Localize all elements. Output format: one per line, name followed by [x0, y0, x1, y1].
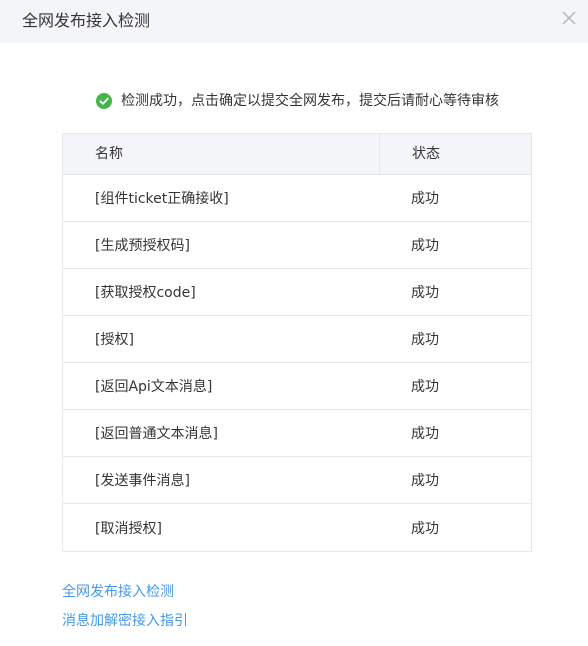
dialog-title: 全网发布接入检测	[22, 11, 151, 30]
table-row: [获取授权code] 成功	[63, 269, 531, 316]
dialog-header: 全网发布接入检测	[0, 0, 588, 43]
row-status: 成功	[411, 238, 439, 254]
check-result-table: 名称 状态 [组件ticket正确接收] 成功 [生成预授权码] 成功 [获取授…	[62, 133, 532, 552]
column-header-status: 状态	[412, 146, 440, 162]
row-status: 成功	[411, 473, 439, 489]
help-links: 全网发布接入检测 消息加解密接入指引	[62, 582, 188, 640]
row-name: [组件ticket正确接收]	[95, 191, 229, 207]
table-row: [生成预授权码] 成功	[63, 222, 531, 269]
row-name: [授权]	[95, 332, 134, 348]
table-row: [组件ticket正确接收] 成功	[63, 175, 531, 222]
row-name: [获取授权code]	[95, 285, 196, 301]
row-status: 成功	[411, 426, 439, 442]
row-name: [返回普通文本消息]	[95, 426, 218, 442]
publish-check-dialog: 全网发布接入检测 检测成功，点击确定以提交全网发布，提交后请耐心等待审核 名称 …	[0, 0, 588, 646]
row-name: [生成预授权码]	[95, 238, 190, 254]
table-header: 名称 状态	[63, 134, 531, 175]
table-row: [返回普通文本消息] 成功	[63, 410, 531, 457]
row-name: [返回Api文本消息]	[95, 379, 213, 395]
table-row: [取消授权] 成功	[63, 504, 531, 551]
column-header-name: 名称	[63, 134, 380, 174]
row-status: 成功	[411, 379, 439, 395]
row-name: [取消授权]	[95, 520, 162, 537]
row-status: 成功	[411, 332, 439, 348]
row-status: 成功	[411, 520, 439, 537]
row-name: [发送事件消息]	[95, 473, 190, 489]
table-row: [发送事件消息] 成功	[63, 457, 531, 504]
link-publish-check[interactable]: 全网发布接入检测	[62, 582, 188, 611]
row-status: 成功	[411, 285, 439, 301]
table-row: [返回Api文本消息] 成功	[63, 363, 531, 410]
close-icon[interactable]	[560, 9, 578, 27]
notice-message: 检测成功，点击确定以提交全网发布，提交后请耐心等待审核	[121, 93, 499, 109]
success-notice: 检测成功，点击确定以提交全网发布，提交后请耐心等待审核	[96, 91, 499, 111]
row-status: 成功	[411, 191, 439, 207]
link-encryption-guide[interactable]: 消息加解密接入指引	[62, 611, 188, 640]
table-row: [授权] 成功	[63, 316, 531, 363]
success-check-icon	[96, 93, 112, 109]
